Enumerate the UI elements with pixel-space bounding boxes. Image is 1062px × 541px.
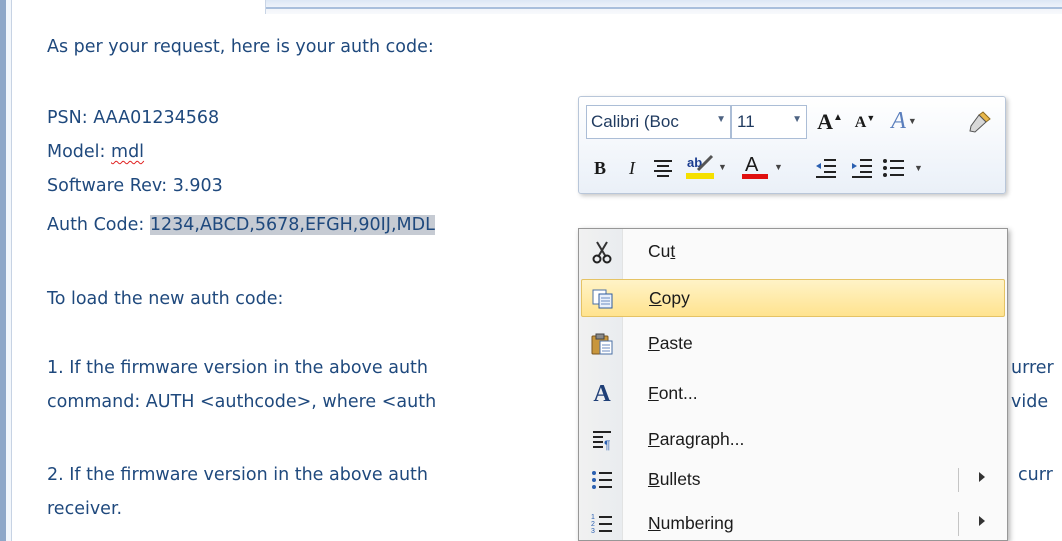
split-separator: [958, 512, 959, 536]
software-rev-line: Software Rev: 3.903: [47, 176, 223, 196]
menu-item-label: Paragraph...: [648, 429, 745, 449]
font-name-value: Calibri (Boc: [591, 112, 679, 131]
model-value: mdl: [111, 142, 145, 162]
step2-line1: 2. If the firmware version in the above …: [47, 465, 429, 485]
svg-text:▼: ▼: [774, 162, 783, 172]
step1-line2-overflow: vide: [1011, 392, 1049, 412]
font-color-icon[interactable]: A ▼: [739, 151, 785, 183]
ribbon-edge: [266, 0, 1062, 9]
intro-line: As per your request, here is your auth c…: [47, 37, 434, 57]
styles-icon[interactable]: A ▼: [885, 105, 923, 137]
instructions-heading: To load the new auth code:: [47, 289, 284, 309]
window-left-margin: [6, 0, 12, 541]
highlight-icon[interactable]: ab ▼: [683, 151, 729, 183]
menu-item-label: Font...: [648, 383, 698, 403]
grow-font-icon[interactable]: A ▲: [815, 107, 845, 137]
menu-item-label: Copy: [649, 288, 690, 308]
svg-text:3: 3: [591, 528, 595, 535]
shrink-font-icon[interactable]: A ▼: [851, 109, 879, 137]
chevron-down-icon[interactable]: ▼: [716, 114, 726, 125]
font-icon: A: [593, 380, 611, 407]
auth-code-selection[interactable]: 1234,ABCD,5678,EFGH,90IJ,MDL: [149, 215, 435, 235]
copy-icon: [590, 286, 616, 312]
step1-line1-overflow: urrer: [1011, 358, 1054, 378]
numbering-icon: 123: [589, 511, 615, 537]
font-size-value: 11: [737, 112, 755, 131]
center-align-icon[interactable]: [649, 153, 677, 183]
menu-item-paragraph[interactable]: ¶ Paragraph...: [581, 421, 1005, 459]
model-label: Model:: [47, 142, 112, 162]
svg-text:▼: ▼: [718, 162, 727, 172]
svg-text:▼: ▼: [914, 163, 923, 173]
svg-text:¶: ¶: [604, 438, 610, 451]
menu-item-font[interactable]: A Font...: [581, 375, 1005, 413]
mini-toolbar: Calibri (Boc ▼ 11 ▼ A ▲ A ▼ A ▼ B I ab ▼ A ▼ …: [578, 96, 1006, 194]
step2-line1-overflow: curr: [1018, 465, 1053, 485]
submenu-arrow-icon[interactable]: [979, 472, 985, 482]
step2-line2: receiver.: [47, 499, 123, 519]
menu-item-copy[interactable]: Copy: [581, 279, 1005, 317]
svg-text:A: A: [745, 154, 759, 176]
font-size-combo[interactable]: 11 ▼: [731, 105, 807, 139]
menu-item-numbering[interactable]: 123 Numbering: [581, 505, 1005, 541]
chevron-down-icon[interactable]: ▼: [792, 114, 802, 125]
menu-item-cut[interactable]: Cut: [581, 233, 1005, 271]
step1-line2: command: AUTH <authcode>, where <auth: [47, 392, 437, 412]
menu-item-label: Cut: [648, 241, 676, 261]
format-painter-icon[interactable]: [965, 107, 995, 137]
auth-code-line: Auth Code: 1234,ABCD,5678,EFGH,90IJ,MDL: [47, 214, 435, 236]
step1-line1: 1. If the firmware version in the above …: [47, 358, 429, 378]
submenu-arrow-icon[interactable]: [979, 516, 985, 526]
scissors-icon: [589, 239, 615, 265]
menu-item-label: Paste: [648, 333, 693, 353]
paragraph-icon: ¶: [589, 427, 615, 453]
menu-item-bullets[interactable]: Bullets: [581, 461, 1005, 499]
split-separator: [958, 468, 959, 492]
menu-item-label: Bullets: [648, 469, 701, 489]
auth-code-label: Auth Code:: [47, 215, 150, 235]
menu-item-label: Numbering: [648, 513, 734, 533]
italic-icon[interactable]: I: [619, 153, 645, 183]
decrease-indent-icon[interactable]: [811, 153, 841, 183]
bullets-icon[interactable]: ▼: [881, 153, 925, 183]
top-tab: [10, 0, 266, 14]
psn-line: PSN: AAA01234568: [47, 108, 220, 128]
svg-text:2: 2: [591, 521, 595, 528]
menu-item-paste[interactable]: Paste: [581, 325, 1005, 363]
svg-text:1: 1: [591, 514, 595, 521]
bullets-icon: [589, 467, 615, 493]
paste-icon: [589, 331, 615, 357]
context-menu: Cut Copy Paste A Font... ¶ Paragraph... …: [578, 228, 1008, 541]
model-line: Model: mdl: [47, 141, 144, 163]
font-name-combo[interactable]: Calibri (Boc ▼: [586, 105, 731, 139]
bold-icon[interactable]: B: [587, 153, 613, 183]
increase-indent-icon[interactable]: [847, 153, 877, 183]
